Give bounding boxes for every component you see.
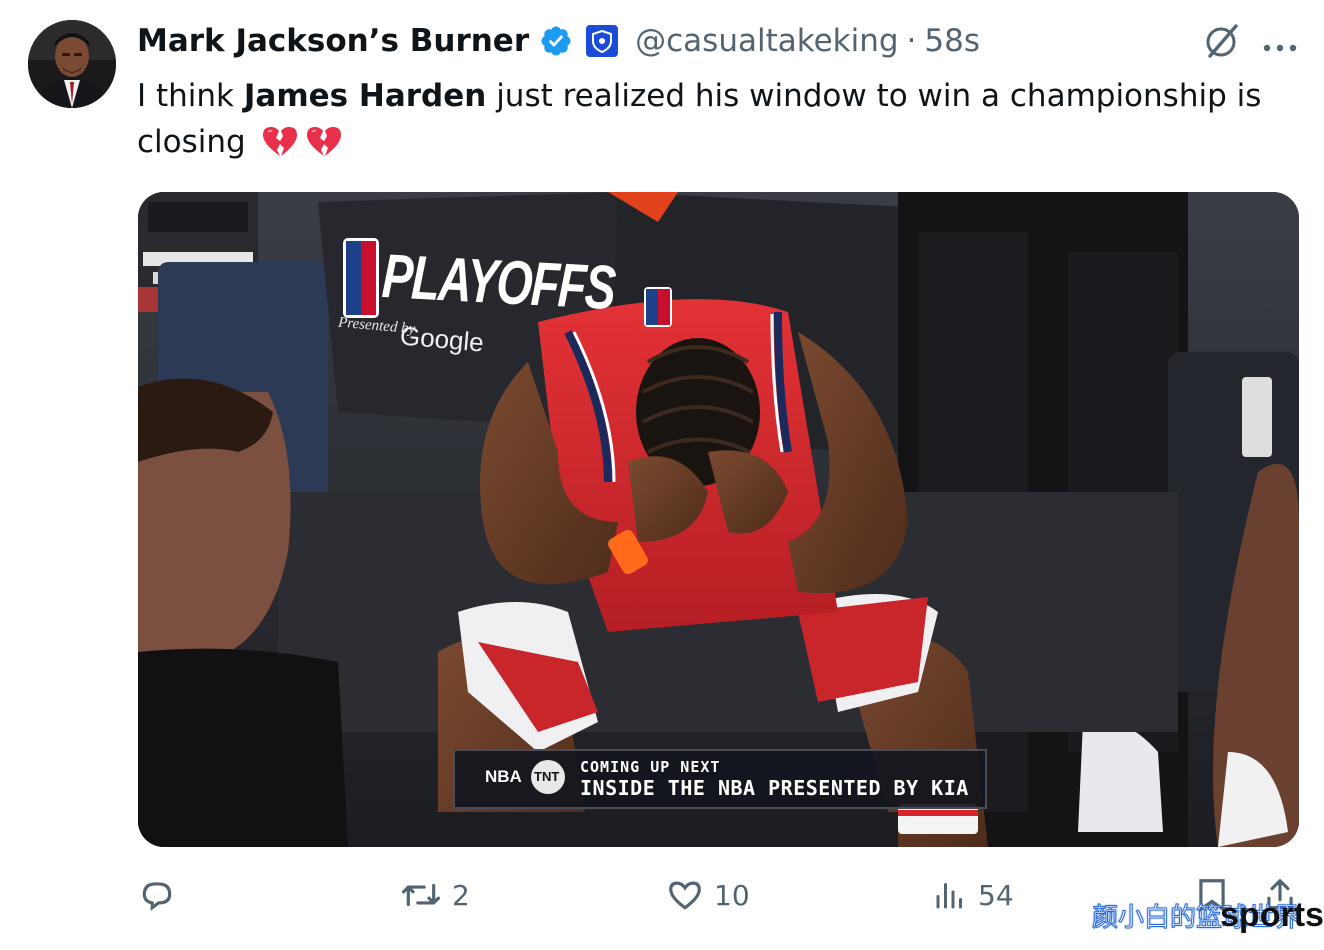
retweet-count: 2	[452, 878, 470, 912]
display-name[interactable]: Mark Jackson’s Burner	[137, 23, 529, 59]
tweet-card[interactable]: Mark Jackson’s Burner @casualtakeking · …	[0, 0, 1324, 950]
heart-icon	[669, 881, 701, 910]
broadcast-logos: NBA TNT	[455, 751, 570, 807]
timestamp[interactable]: 58s	[924, 23, 980, 59]
more-icon[interactable]	[1262, 38, 1298, 52]
views-button[interactable]: 54	[932, 876, 1014, 914]
playoffs-signage: PLAYOFFS	[380, 241, 617, 324]
watermark: 颜小白的篮球世界 sports	[1091, 896, 1324, 935]
retweet-icon	[402, 883, 440, 907]
tnt-logo: TNT	[534, 769, 560, 784]
tweet-media-photo[interactable]: PLAYOFFS Presented by Google NBA TNT COM…	[138, 192, 1299, 847]
reply-icon	[142, 882, 172, 911]
nba-logo: NBA	[485, 767, 522, 786]
grok-icon[interactable]	[1200, 20, 1244, 64]
tweet-text-start: I think	[137, 78, 244, 114]
broadcast-ticker: NBA TNT COMING UP NEXT INSIDE THE NBA PR…	[453, 749, 987, 809]
watermark-en: sports	[1220, 896, 1324, 934]
mention-james-harden: James Harden	[243, 78, 487, 114]
tweet-header: Mark Jackson’s Burner @casualtakeking · …	[137, 18, 980, 64]
ticker-line-2: INSIDE THE NBA PRESENTED BY KIA	[580, 776, 969, 800]
ticker-line-1: COMING UP NEXT	[580, 758, 721, 776]
avatar-image	[28, 20, 116, 108]
affiliate-shield-icon[interactable]	[585, 24, 619, 58]
views-count: 54	[978, 878, 1014, 912]
broken-heart-icon	[304, 124, 344, 158]
verified-badge-icon	[539, 24, 573, 58]
separator-dot: ·	[906, 23, 917, 59]
reply-button[interactable]	[138, 876, 186, 914]
retweet-button[interactable]: 2	[400, 876, 470, 914]
broken-heart-icon	[260, 124, 300, 158]
tweet-text: I think James Harden just realized his w…	[137, 73, 1277, 165]
like-button[interactable]: 10	[666, 876, 750, 914]
views-icon	[936, 883, 962, 909]
avatar[interactable]	[28, 20, 116, 108]
handle[interactable]: @casualtakeking	[635, 23, 898, 59]
like-count: 10	[714, 878, 750, 912]
ticker-text: COMING UP NEXT INSIDE THE NBA PRESENTED …	[570, 758, 969, 800]
